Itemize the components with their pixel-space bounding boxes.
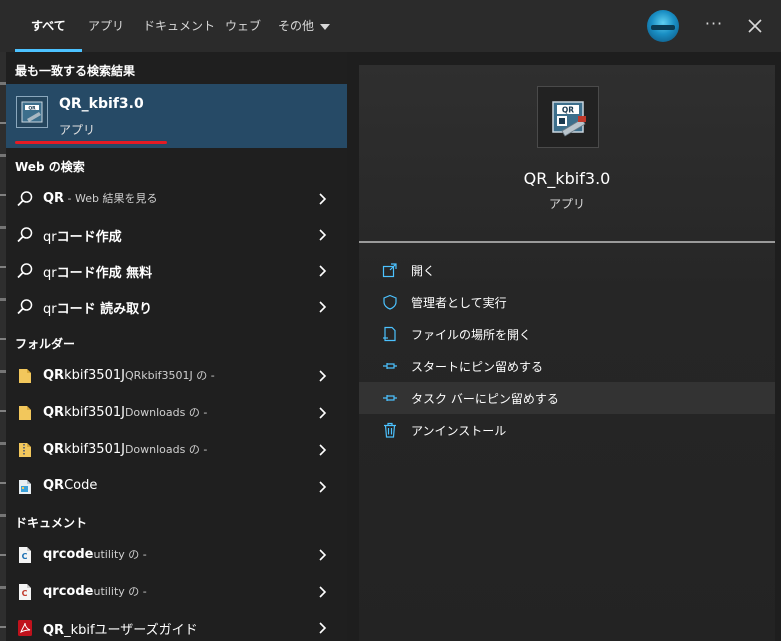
chevron-right-icon[interactable] — [315, 443, 329, 457]
folder-result-label: QRkbif3501JQRkbif3501J の - — [43, 368, 215, 383]
drive-folder-icon — [19, 480, 31, 494]
qr-app-icon: QR — [16, 96, 48, 128]
folder-result-label: QRCode — [43, 478, 98, 493]
search-icon — [17, 191, 33, 207]
chevron-right-icon[interactable] — [315, 406, 329, 420]
pin-to-start-label: スタートにピン留めする — [411, 360, 544, 374]
folder-result-label: QRkbif3501JDownloads の - — [43, 442, 208, 457]
best-match-title: QR_kbif3.0 — [59, 96, 144, 112]
qr-app-icon: QR — [537, 86, 599, 148]
open-file-location-action[interactable]: ファイルの場所を開く — [359, 318, 775, 350]
uninstall-label: アンインストール — [411, 424, 507, 438]
tab-documents[interactable]: ドキュメント — [141, 0, 217, 52]
red-underline-annotation — [15, 141, 167, 144]
pin-to-start-action[interactable]: スタートにピン留めする — [359, 350, 775, 382]
folder-icon — [19, 369, 31, 383]
web-search-header: Web の検索 — [15, 160, 85, 174]
document-icon: C — [19, 584, 31, 600]
chevron-right-icon[interactable] — [315, 621, 329, 635]
folder-result[interactable]: QRkbif3501JDownloads の - — [6, 395, 347, 431]
svg-text:C: C — [22, 552, 28, 561]
web-result-qr-create[interactable]: qrコード作成 — [6, 217, 347, 253]
pin-to-taskbar-action[interactable]: タスク バーにピン留めする — [359, 382, 775, 414]
document-result[interactable]: C qrcodeutility の - — [6, 537, 347, 573]
chevron-right-icon[interactable] — [315, 228, 329, 242]
open-action-label: 開く — [411, 264, 436, 278]
open-icon — [382, 263, 397, 278]
document-result[interactable]: QR_kbifユーザーズガイド — [6, 610, 347, 641]
chevron-right-icon[interactable] — [315, 480, 329, 494]
best-match-subtitle: アプリ — [59, 123, 96, 137]
open-file-location-label: ファイルの場所を開く — [411, 328, 532, 342]
tab-all[interactable]: すべて — [15, 0, 82, 52]
close-icon — [748, 19, 762, 33]
document-result-label: qrcodeutility の - — [43, 547, 147, 562]
close-button[interactable] — [741, 12, 769, 40]
web-result-label: QR - Web 結果を見る — [43, 191, 158, 206]
folder-icon — [19, 406, 31, 420]
shield-icon — [383, 294, 397, 310]
folder-result[interactable]: QRkbif3501JQRkbif3501J の - — [6, 358, 347, 394]
pin-icon — [383, 363, 397, 369]
open-action[interactable]: 開く — [359, 254, 775, 286]
chevron-right-icon[interactable] — [315, 548, 329, 562]
avatar[interactable] — [647, 10, 679, 42]
preview-subtitle: アプリ — [548, 197, 585, 211]
document-result[interactable]: C qrcodeutility の - — [6, 574, 347, 610]
search-tab-bar: すべて アプリ ドキュメント ウェブ その他 ··· — [0, 0, 781, 52]
pin-icon — [383, 395, 397, 401]
search-icon — [17, 299, 33, 315]
search-icon — [17, 263, 33, 279]
search-icon — [17, 227, 33, 243]
pin-to-taskbar-label: タスク バーにピン留めする — [411, 392, 559, 406]
chevron-right-icon[interactable] — [315, 264, 329, 278]
best-match-header: 最も一致する検索結果 — [15, 64, 136, 78]
chevron-right-icon[interactable] — [315, 192, 329, 206]
zip-folder-icon — [19, 443, 31, 457]
svg-text:QR: QR — [28, 105, 36, 111]
svg-text:C: C — [22, 589, 28, 598]
tab-apps[interactable]: アプリ — [86, 0, 126, 52]
run-as-admin-action[interactable]: 管理者として実行 — [359, 286, 775, 318]
tab-more-label: その他 — [278, 19, 315, 33]
web-result-qr[interactable]: QR - Web 結果を見る — [6, 181, 347, 217]
svg-text:QR: QR — [562, 106, 574, 115]
trash-icon — [384, 422, 396, 438]
web-result-qr-create-free[interactable]: qrコード作成 無料 — [6, 253, 347, 289]
tab-more[interactable]: その他 — [276, 0, 332, 52]
folder-result[interactable]: QRkbif3501JDownloads の - — [6, 432, 347, 468]
more-options-button[interactable]: ··· — [700, 12, 728, 40]
folder-result-label: QRkbif3501JDownloads の - — [43, 405, 208, 420]
web-result-qr-read[interactable]: qrコード 読み取り — [6, 289, 347, 325]
uninstall-action[interactable]: アンインストール — [359, 414, 775, 446]
web-result-label: qrコード作成 — [43, 230, 122, 245]
divider — [359, 241, 775, 243]
preview-pane: QR QR_kbif3.0 アプリ 開く 管理者として実行 ファイルの場所を開く — [359, 65, 775, 641]
file-location-icon — [383, 326, 396, 342]
document-result-label: qrcodeutility の - — [43, 584, 147, 599]
run-as-admin-label: 管理者として実行 — [411, 296, 507, 310]
chevron-right-icon[interactable] — [315, 369, 329, 383]
chevron-right-icon[interactable] — [315, 300, 329, 314]
web-result-label: qrコード 読み取り — [43, 302, 153, 317]
preview-title: QR_kbif3.0 — [523, 169, 611, 188]
document-result-label: QR_kbifユーザーズガイド — [43, 623, 198, 638]
chevron-right-icon[interactable] — [315, 585, 329, 599]
pdf-icon — [18, 620, 32, 636]
web-result-label: qrコード作成 無料 — [43, 266, 153, 281]
tab-web[interactable]: ウェブ — [223, 0, 263, 52]
folders-header: フォルダー — [15, 337, 76, 351]
chevron-down-icon — [320, 23, 331, 30]
best-match-result[interactable]: QR QR_kbif3.0 アプリ — [6, 84, 347, 148]
documents-header: ドキュメント — [15, 516, 88, 530]
folder-result[interactable]: QRCode — [6, 469, 347, 505]
document-icon: C — [19, 547, 31, 563]
